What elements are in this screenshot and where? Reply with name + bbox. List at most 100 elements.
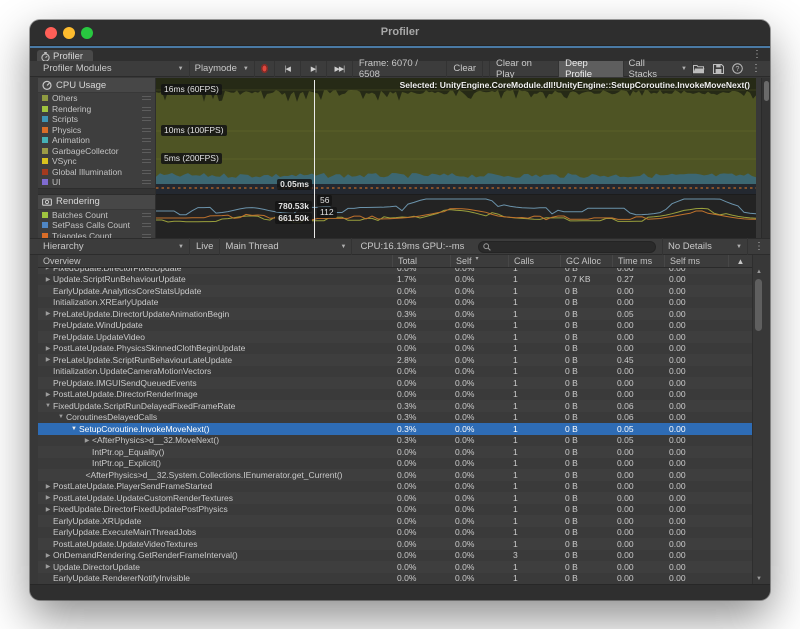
next-frame-button[interactable]: ▶| [301,61,327,77]
legend-item-scripts[interactable]: Scripts [38,114,155,125]
frame-selection-line[interactable] [314,80,315,238]
table-scrollbar[interactable]: ▲ ▼ [752,255,764,584]
load-profile-icon[interactable] [693,64,705,74]
foldout-closed-icon[interactable]: ▶ [43,310,53,317]
column-warnings[interactable]: ▲ [728,255,752,267]
cpu-usage-chart[interactable] [156,78,756,194]
table-row[interactable]: IntPtr.op_Equality()0.0%0.0%10 B0.000.00 [38,446,752,458]
drag-handle-icon[interactable] [142,138,151,142]
legend-item-garbagecollector[interactable]: GarbageCollector [38,146,155,157]
clear-button[interactable]: Clear [447,61,483,77]
foldout-closed-icon[interactable]: ▶ [43,494,53,501]
foldout-closed-icon[interactable]: ▶ [43,483,53,490]
table-row[interactable]: ▶PostLateUpdate.UpdateCustomRenderTextur… [38,492,752,504]
table-row[interactable]: EarlyUpdate.RendererNotifyInvisible0.0%0… [38,573,752,585]
legend-item-batches-count[interactable]: Batches Count [38,210,155,221]
legend-item-ui[interactable]: UI [38,177,155,188]
save-profile-icon[interactable] [713,64,724,74]
drag-handle-icon[interactable] [142,223,151,227]
chart-scrollbar[interactable] [761,78,770,238]
foldout-closed-icon[interactable]: ▶ [43,391,53,398]
column-self-ms[interactable]: Self ms [664,255,728,267]
charts-area[interactable]: Selected: UnityEngine.CoreModule.dll!Uni… [156,78,756,238]
table-row[interactable]: ▶PostLateUpdate.DirectorRenderImage0.0%0… [38,389,752,401]
table-row[interactable]: Initialization.XREarlyUpdate0.0%0.0%10 B… [38,297,752,309]
foldout-closed-icon[interactable]: ▶ [43,552,53,559]
legend-item-global-illumination[interactable]: Global Illumination [38,167,155,178]
legend-item-triangles-count[interactable]: Triangles Count [38,231,155,239]
drag-handle-icon[interactable] [142,180,151,184]
drag-handle-icon[interactable] [142,128,151,132]
table-row[interactable]: EarlyUpdate.XRUpdate0.0%0.0%10 B0.000.00 [38,515,752,527]
help-icon[interactable]: ? [732,63,743,74]
foldout-closed-icon[interactable]: ▶ [82,437,92,444]
table-row[interactable]: ▶FixedUpdate.DirectorFixedUpdatePostPhys… [38,504,752,516]
drag-handle-icon[interactable] [142,107,151,111]
column-time-ms[interactable]: Time ms [612,255,664,267]
search-field[interactable] [478,241,656,253]
drag-handle-icon[interactable] [142,159,151,163]
table-row[interactable]: PreUpdate.WindUpdate0.0%0.0%10 B0.000.00 [38,320,752,332]
table-row[interactable]: ▼CoroutinesDelayedCalls0.3%0.0%10 B0.060… [38,412,752,424]
legend-item-vsync[interactable]: VSync [38,156,155,167]
drag-handle-icon[interactable] [142,96,151,100]
table-row[interactable]: ▼SetupCoroutine.InvokeMoveNext()0.3%0.0%… [38,423,752,435]
table-row[interactable]: ▶PostLateUpdate.PhysicsSkinnedClothBegin… [38,343,752,355]
foldout-open-icon[interactable]: ▼ [56,414,66,420]
view-mode-dropdown[interactable]: Hierarchy ▼ [38,238,190,255]
table-row[interactable]: EarlyUpdate.AnalyticsCoreStatsUpdate0.0%… [38,285,752,297]
call-stacks-dropdown[interactable]: Call Stacks ▼ [624,61,693,77]
drag-handle-icon[interactable] [142,149,151,153]
foldout-closed-icon[interactable]: ▶ [43,563,53,570]
details-dropdown[interactable]: No Details ▼ [662,238,748,255]
tab-menu-icon[interactable]: ⋮ [752,49,762,60]
drag-handle-icon[interactable] [142,117,151,121]
table-row[interactable]: IntPtr.op_Explicit()0.0%0.0%10 B0.000.00 [38,458,752,470]
module-header-rendering[interactable]: Rendering [38,195,155,210]
table-row[interactable]: ▶PreLateUpdate.ScriptRunBehaviourLateUpd… [38,354,752,366]
column-gc-alloc[interactable]: GC Alloc [560,255,612,267]
legend-item-others[interactable]: Others [38,93,155,104]
table-row[interactable]: EarlyUpdate.ExecuteMainThreadJobs0.0%0.0… [38,527,752,539]
table-row[interactable]: <AfterPhysics>d__32.System.Collections.I… [38,469,752,481]
record-button[interactable] [255,61,275,77]
chart-scrollbar-thumb[interactable] [764,81,769,101]
foldout-closed-icon[interactable]: ▶ [43,268,53,271]
search-input[interactable] [494,242,651,252]
drag-handle-icon[interactable] [142,213,151,217]
legend-item-rendering[interactable]: Rendering [38,104,155,115]
table-row[interactable]: ▶Update.ScriptRunBehaviourUpdate1.7%0.0%… [38,274,752,286]
module-header-cpu-usage[interactable]: CPU Usage [38,78,155,93]
foldout-closed-icon[interactable]: ▶ [43,506,53,513]
drag-handle-icon[interactable] [142,170,151,174]
column-overview[interactable]: Overview [38,255,392,267]
hierarchy-menu-icon[interactable]: ⋮ [748,241,770,252]
toolbar-menu-icon[interactable]: ⋮ [751,63,761,74]
table-row[interactable]: ▶PostLateUpdate.PlayerSendFrameStarted0.… [38,481,752,493]
table-row[interactable]: ▶OnDemandRendering.GetRenderFrameInterva… [38,550,752,562]
table-row[interactable]: ▼FixedUpdate.ScriptRunDelayedFixedFrameR… [38,400,752,412]
column-total[interactable]: Total [392,255,450,267]
rendering-chart[interactable] [156,194,756,238]
foldout-closed-icon[interactable]: ▶ [43,276,53,283]
clear-on-play-toggle[interactable]: Clear on Play [489,61,559,77]
foldout-closed-icon[interactable]: ▶ [43,356,53,363]
table-row[interactable]: ▶<AfterPhysics>d__32.MoveNext()0.3%0.0%1… [38,435,752,447]
table-row[interactable]: PreUpdate.UpdateVideo0.0%0.0%10 B0.000.0… [38,331,752,343]
scroll-down-icon[interactable]: ▼ [753,576,765,582]
profiler-modules-dropdown[interactable]: Profiler Modules ▼ [38,61,190,77]
table-row[interactable]: ▶FixedUpdate.DirectorFixedUpdate0.0%0.0%… [38,268,752,274]
table-scrollbar-thumb[interactable] [755,279,762,331]
legend-item-animation[interactable]: Animation [38,135,155,146]
table-row[interactable]: PreUpdate.IMGUISendQueuedEvents0.0%0.0%1… [38,377,752,389]
legend-item-physics[interactable]: Physics [38,125,155,136]
thread-dropdown[interactable]: Main Thread ▼ [220,238,352,255]
playmode-dropdown[interactable]: Playmode ▼ [190,61,255,77]
table-row[interactable]: ▶PreLateUpdate.DirectorUpdateAnimationBe… [38,308,752,320]
table-row[interactable]: ▶Update.DirectorUpdate0.0%0.0%10 B0.000.… [38,561,752,573]
table-row[interactable]: PostLateUpdate.UpdateVideoTextures0.0%0.… [38,538,752,550]
scroll-up-icon[interactable]: ▲ [753,269,765,275]
prev-frame-button[interactable]: |◀ [275,61,301,77]
foldout-open-icon[interactable]: ▼ [69,426,79,432]
column-calls[interactable]: Calls [508,255,560,267]
